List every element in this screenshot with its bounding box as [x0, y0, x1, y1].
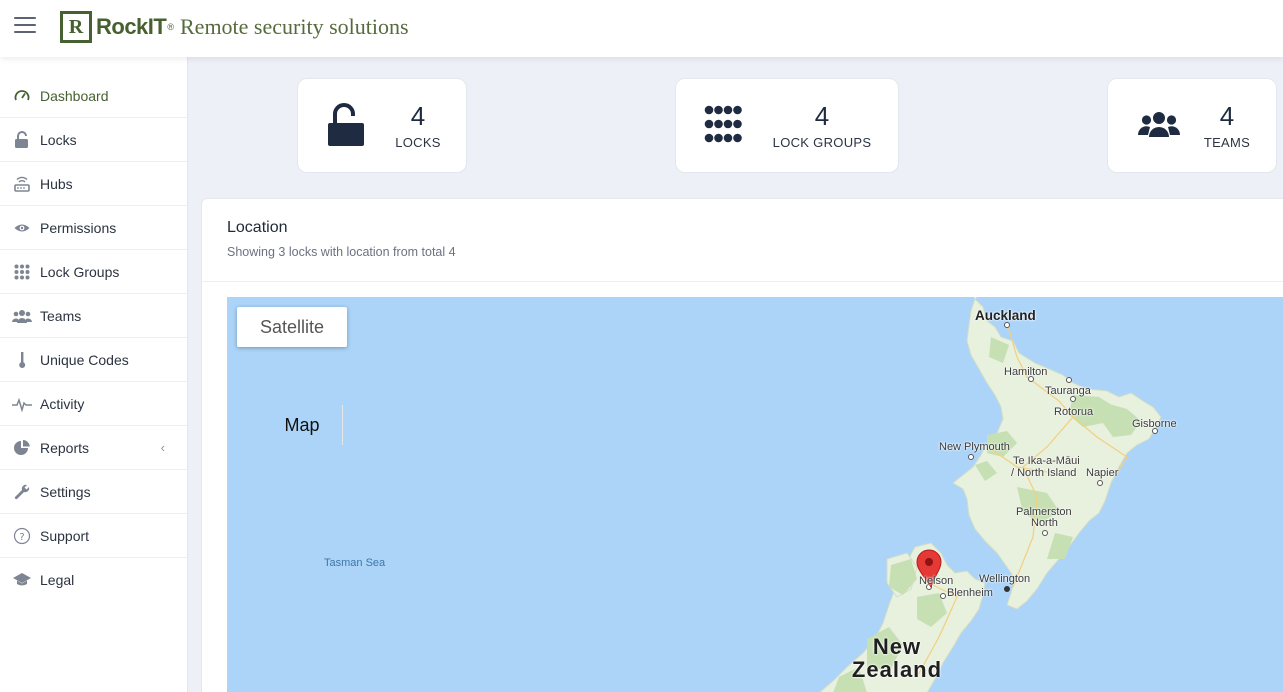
- stat-card-lock-groups[interactable]: 4 LOCK GROUPS: [675, 78, 899, 173]
- graduation-cap-icon: [12, 570, 32, 590]
- map-label-wellington: Wellington: [979, 573, 1031, 585]
- stat-card-teams[interactable]: 4 TEAMS: [1107, 78, 1277, 173]
- brand-registered-mark: ®: [167, 22, 174, 32]
- sidebar-item-label: Locks: [40, 131, 77, 148]
- sidebar-item-label: Hubs: [40, 175, 73, 192]
- wrench-icon: [12, 482, 32, 502]
- sidebar-item-teams[interactable]: Teams: [0, 294, 187, 338]
- brand-logo[interactable]: R RockIT ® Remote security solutions: [60, 10, 409, 44]
- map-type-toggle: Map Satellite: [237, 307, 347, 445]
- top-header: R RockIT ® Remote security solutions: [0, 0, 1283, 57]
- stat-card-locks[interactable]: 4 LOCKS: [297, 78, 467, 173]
- map-label-blenheim: Blenheim: [947, 587, 993, 599]
- router-icon: [12, 174, 32, 194]
- stat-value: 4: [1219, 101, 1235, 131]
- pulse-icon: [12, 394, 32, 414]
- map-label-gisborne: Gisborne: [1132, 418, 1177, 430]
- map-label-nelson: Nelson: [919, 575, 954, 587]
- users-icon: [1137, 110, 1181, 143]
- sidebar-item-lock-groups[interactable]: Lock Groups: [0, 250, 187, 294]
- map-label-north-island-2: / North Island: [1011, 467, 1077, 479]
- sidebar-item-label: Teams: [40, 307, 82, 324]
- stat-value: 4: [410, 101, 426, 131]
- sidebar-item-dashboard[interactable]: Dashboard: [0, 74, 187, 118]
- map-label-auckland: Auckland: [975, 308, 1036, 323]
- grid-dots-icon: [704, 105, 742, 148]
- map-label-tasman-sea: Tasman Sea: [324, 557, 386, 569]
- sidebar-item-label: Settings: [40, 483, 91, 500]
- stat-label: LOCK GROUPS: [772, 135, 872, 150]
- location-title: Location: [227, 219, 288, 236]
- map-label-palmerston-2: North: [1031, 517, 1058, 529]
- sidebar-item-label: Lock Groups: [40, 263, 120, 280]
- map-label-new-plymouth: New Plymouth: [939, 441, 1010, 453]
- pie-chart-icon: [12, 438, 32, 458]
- sidebar-item-label: Permissions: [40, 219, 117, 236]
- map-label-napier: Napier: [1086, 467, 1119, 479]
- divider: [202, 281, 1283, 282]
- chevron-left-icon[interactable]: ‹: [161, 440, 165, 455]
- svg-text:?: ?: [19, 531, 24, 542]
- map-label-rotorua: Rotorua: [1054, 406, 1094, 418]
- sidebar-item-label: Legal: [40, 572, 75, 588]
- map-label-tauranga: Tauranga: [1045, 385, 1091, 397]
- grid-dots-icon: [12, 262, 32, 282]
- lock-icon: [12, 130, 32, 150]
- map-label-north-island-1: Te Ika-a-Māui: [1013, 455, 1080, 467]
- brand-logo-mark: R: [60, 11, 92, 43]
- stat-value: 4: [814, 101, 830, 131]
- map-label-country-2: Zealand: [851, 657, 943, 682]
- sidebar-item-label: Reports: [40, 439, 90, 456]
- brand-tagline: Remote security solutions: [180, 14, 409, 39]
- map-label-hamilton: Hamilton: [1004, 366, 1048, 378]
- map-label-country-1: New: [872, 634, 922, 659]
- sidebar-item-hubs[interactable]: Hubs: [0, 162, 187, 206]
- map-canvas: [819, 297, 1162, 692]
- sidebar-item-locks[interactable]: Locks: [0, 118, 187, 162]
- sidebar-item-unique-codes[interactable]: Unique Codes: [0, 338, 187, 382]
- sidebar-item-legal[interactable]: Legal: [0, 558, 187, 602]
- sidebar-item-reports[interactable]: Reports ‹: [0, 426, 187, 470]
- sidebar-item-settings[interactable]: Settings: [0, 470, 187, 514]
- hamburger-menu-icon[interactable]: [14, 17, 38, 35]
- help-circle-icon: ?: [12, 526, 32, 546]
- satellite-view-button[interactable]: Satellite: [237, 307, 347, 347]
- sidebar-item-support[interactable]: ? Support: [0, 514, 187, 558]
- users-icon: [12, 306, 32, 326]
- sidebar-nav: Dashboard Locks Hubs Permissions Lock Gr…: [0, 57, 187, 602]
- stat-label: TEAMS: [1203, 135, 1251, 150]
- sidebar-item-label: Support: [40, 527, 90, 544]
- location-panel: Location Showing 3 locks with location f…: [201, 198, 1283, 692]
- open-lock-icon: [327, 103, 365, 152]
- sidebar-item-permissions[interactable]: Permissions: [0, 206, 187, 250]
- stat-label: LOCKS: [395, 135, 441, 150]
- location-subtitle: Showing 3 locks with location from total…: [227, 245, 456, 259]
- eye-icon: [12, 218, 32, 238]
- location-map[interactable]: Map Satellite Auckland Hamilton Tauranga…: [227, 297, 1283, 692]
- sidebar-item-label: Activity: [40, 395, 85, 412]
- brand-name: RockIT: [96, 14, 167, 39]
- sidebar-item-label: Dashboard: [40, 87, 109, 104]
- sidebar-item-label: Unique Codes: [40, 351, 129, 368]
- speedometer-icon: [12, 86, 32, 106]
- map-view-button[interactable]: Map: [262, 405, 343, 445]
- sidebar-item-activity[interactable]: Activity: [0, 382, 187, 426]
- key-icon: [12, 350, 32, 370]
- sidebar: Dashboard Locks Hubs Permissions Lock Gr…: [0, 57, 188, 692]
